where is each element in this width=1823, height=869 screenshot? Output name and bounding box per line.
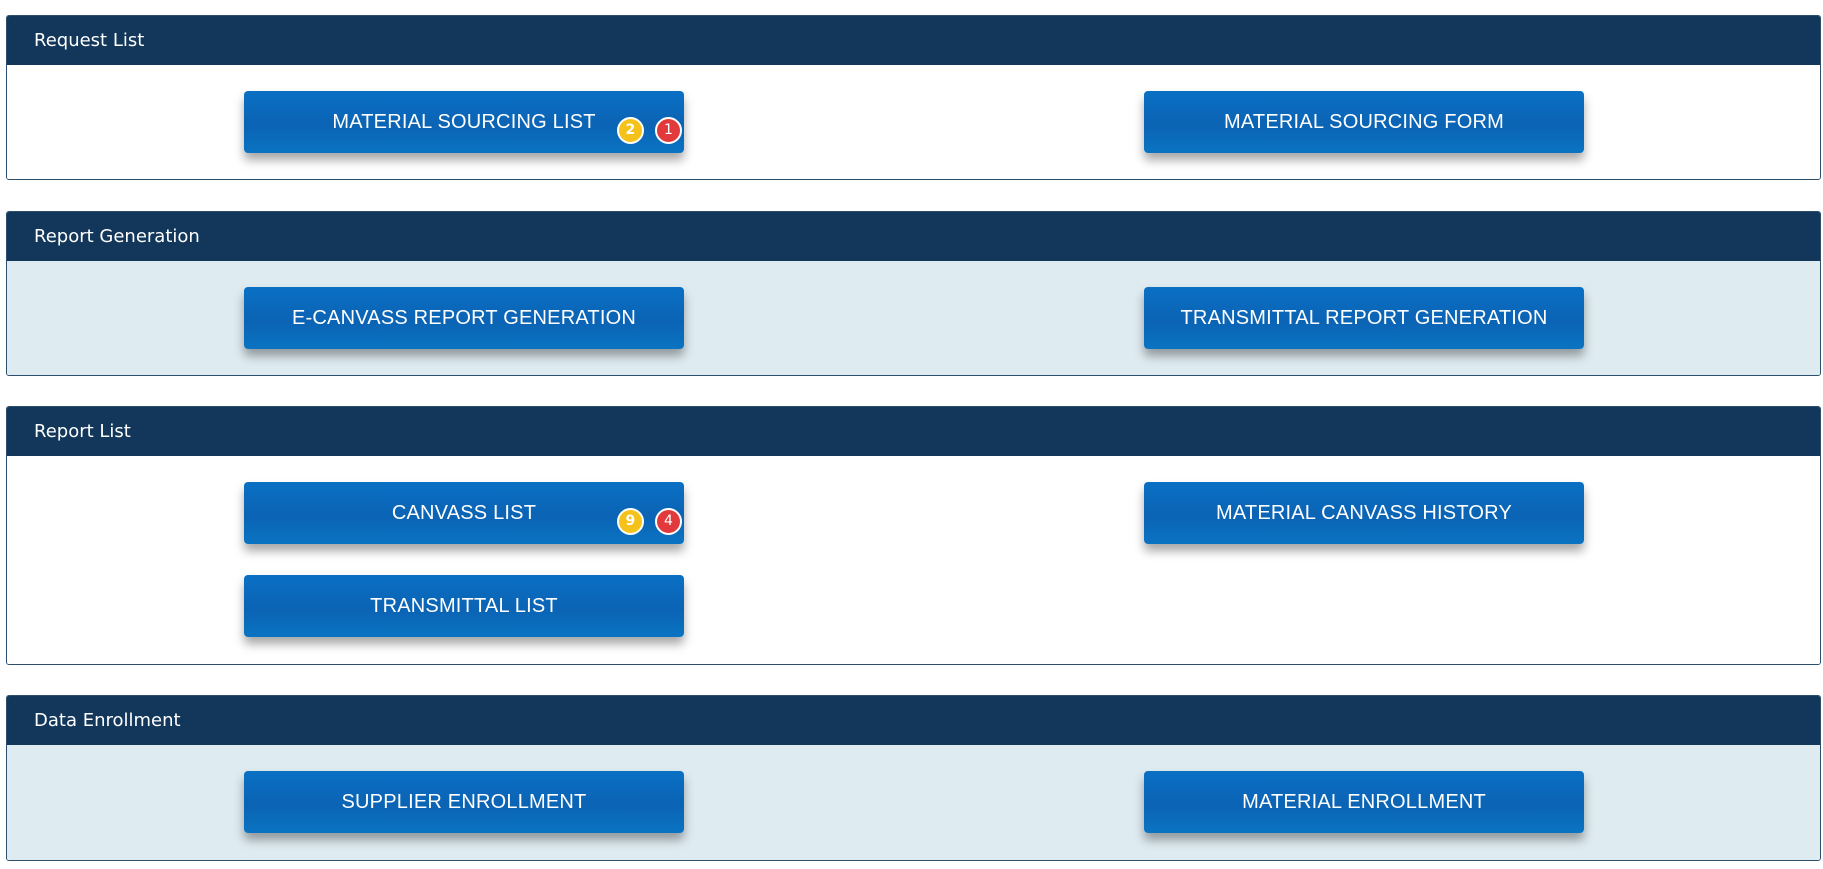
report-generation-header: Report Generation xyxy=(7,212,1820,261)
report-generation-body: E-CANVASS REPORT GENERATION TRANSMITTAL … xyxy=(7,261,1820,375)
data-enrollment-header: Data Enrollment xyxy=(7,696,1820,745)
transmittal-report-generation-button[interactable]: TRANSMITTAL REPORT GENERATION xyxy=(1144,287,1584,349)
pending-count-badge: 9 xyxy=(617,508,644,535)
request-list-header: Request List xyxy=(7,16,1820,65)
material-sourcing-form-button[interactable]: MATERIAL SOURCING FORM xyxy=(1144,91,1584,153)
canvass-list-label: CANVASS LIST xyxy=(391,502,537,524)
request-list-body: MATERIAL SOURCING LIST 2 1 MATERIAL SOUR… xyxy=(7,65,1820,179)
alert-count-badge: 1 xyxy=(655,117,682,144)
transmittal-list-button[interactable]: TRANSMITTAL LIST xyxy=(244,575,684,637)
pending-count-badge: 2 xyxy=(617,117,644,144)
canvass-list-button[interactable]: CANVASS LIST 9 4 xyxy=(244,482,684,544)
report-list-header: Report List xyxy=(7,407,1820,456)
material-sourcing-list-label: MATERIAL SOURCING LIST xyxy=(332,111,596,133)
supplier-enrollment-button[interactable]: SUPPLIER ENROLLMENT xyxy=(244,771,684,833)
material-canvass-history-button[interactable]: MATERIAL CANVASS HISTORY xyxy=(1144,482,1584,544)
material-enrollment-button[interactable]: MATERIAL ENROLLMENT xyxy=(1144,771,1584,833)
request-list-panel: Request List MATERIAL SOURCING LIST 2 1 … xyxy=(6,15,1821,180)
report-list-panel: Report List CANVASS LIST 9 4 MATERIAL CA… xyxy=(6,406,1821,665)
data-enrollment-panel: Data Enrollment SUPPLIER ENROLLMENT MATE… xyxy=(6,695,1821,861)
e-canvass-report-generation-button[interactable]: E-CANVASS REPORT GENERATION xyxy=(244,287,684,349)
material-sourcing-list-button[interactable]: MATERIAL SOURCING LIST 2 1 xyxy=(244,91,684,153)
alert-count-badge: 4 xyxy=(655,508,682,535)
data-enrollment-body: SUPPLIER ENROLLMENT MATERIAL ENROLLMENT xyxy=(7,745,1820,860)
report-list-body: CANVASS LIST 9 4 MATERIAL CANVASS HISTOR… xyxy=(7,456,1820,664)
report-generation-panel: Report Generation E-CANVASS REPORT GENER… xyxy=(6,211,1821,376)
